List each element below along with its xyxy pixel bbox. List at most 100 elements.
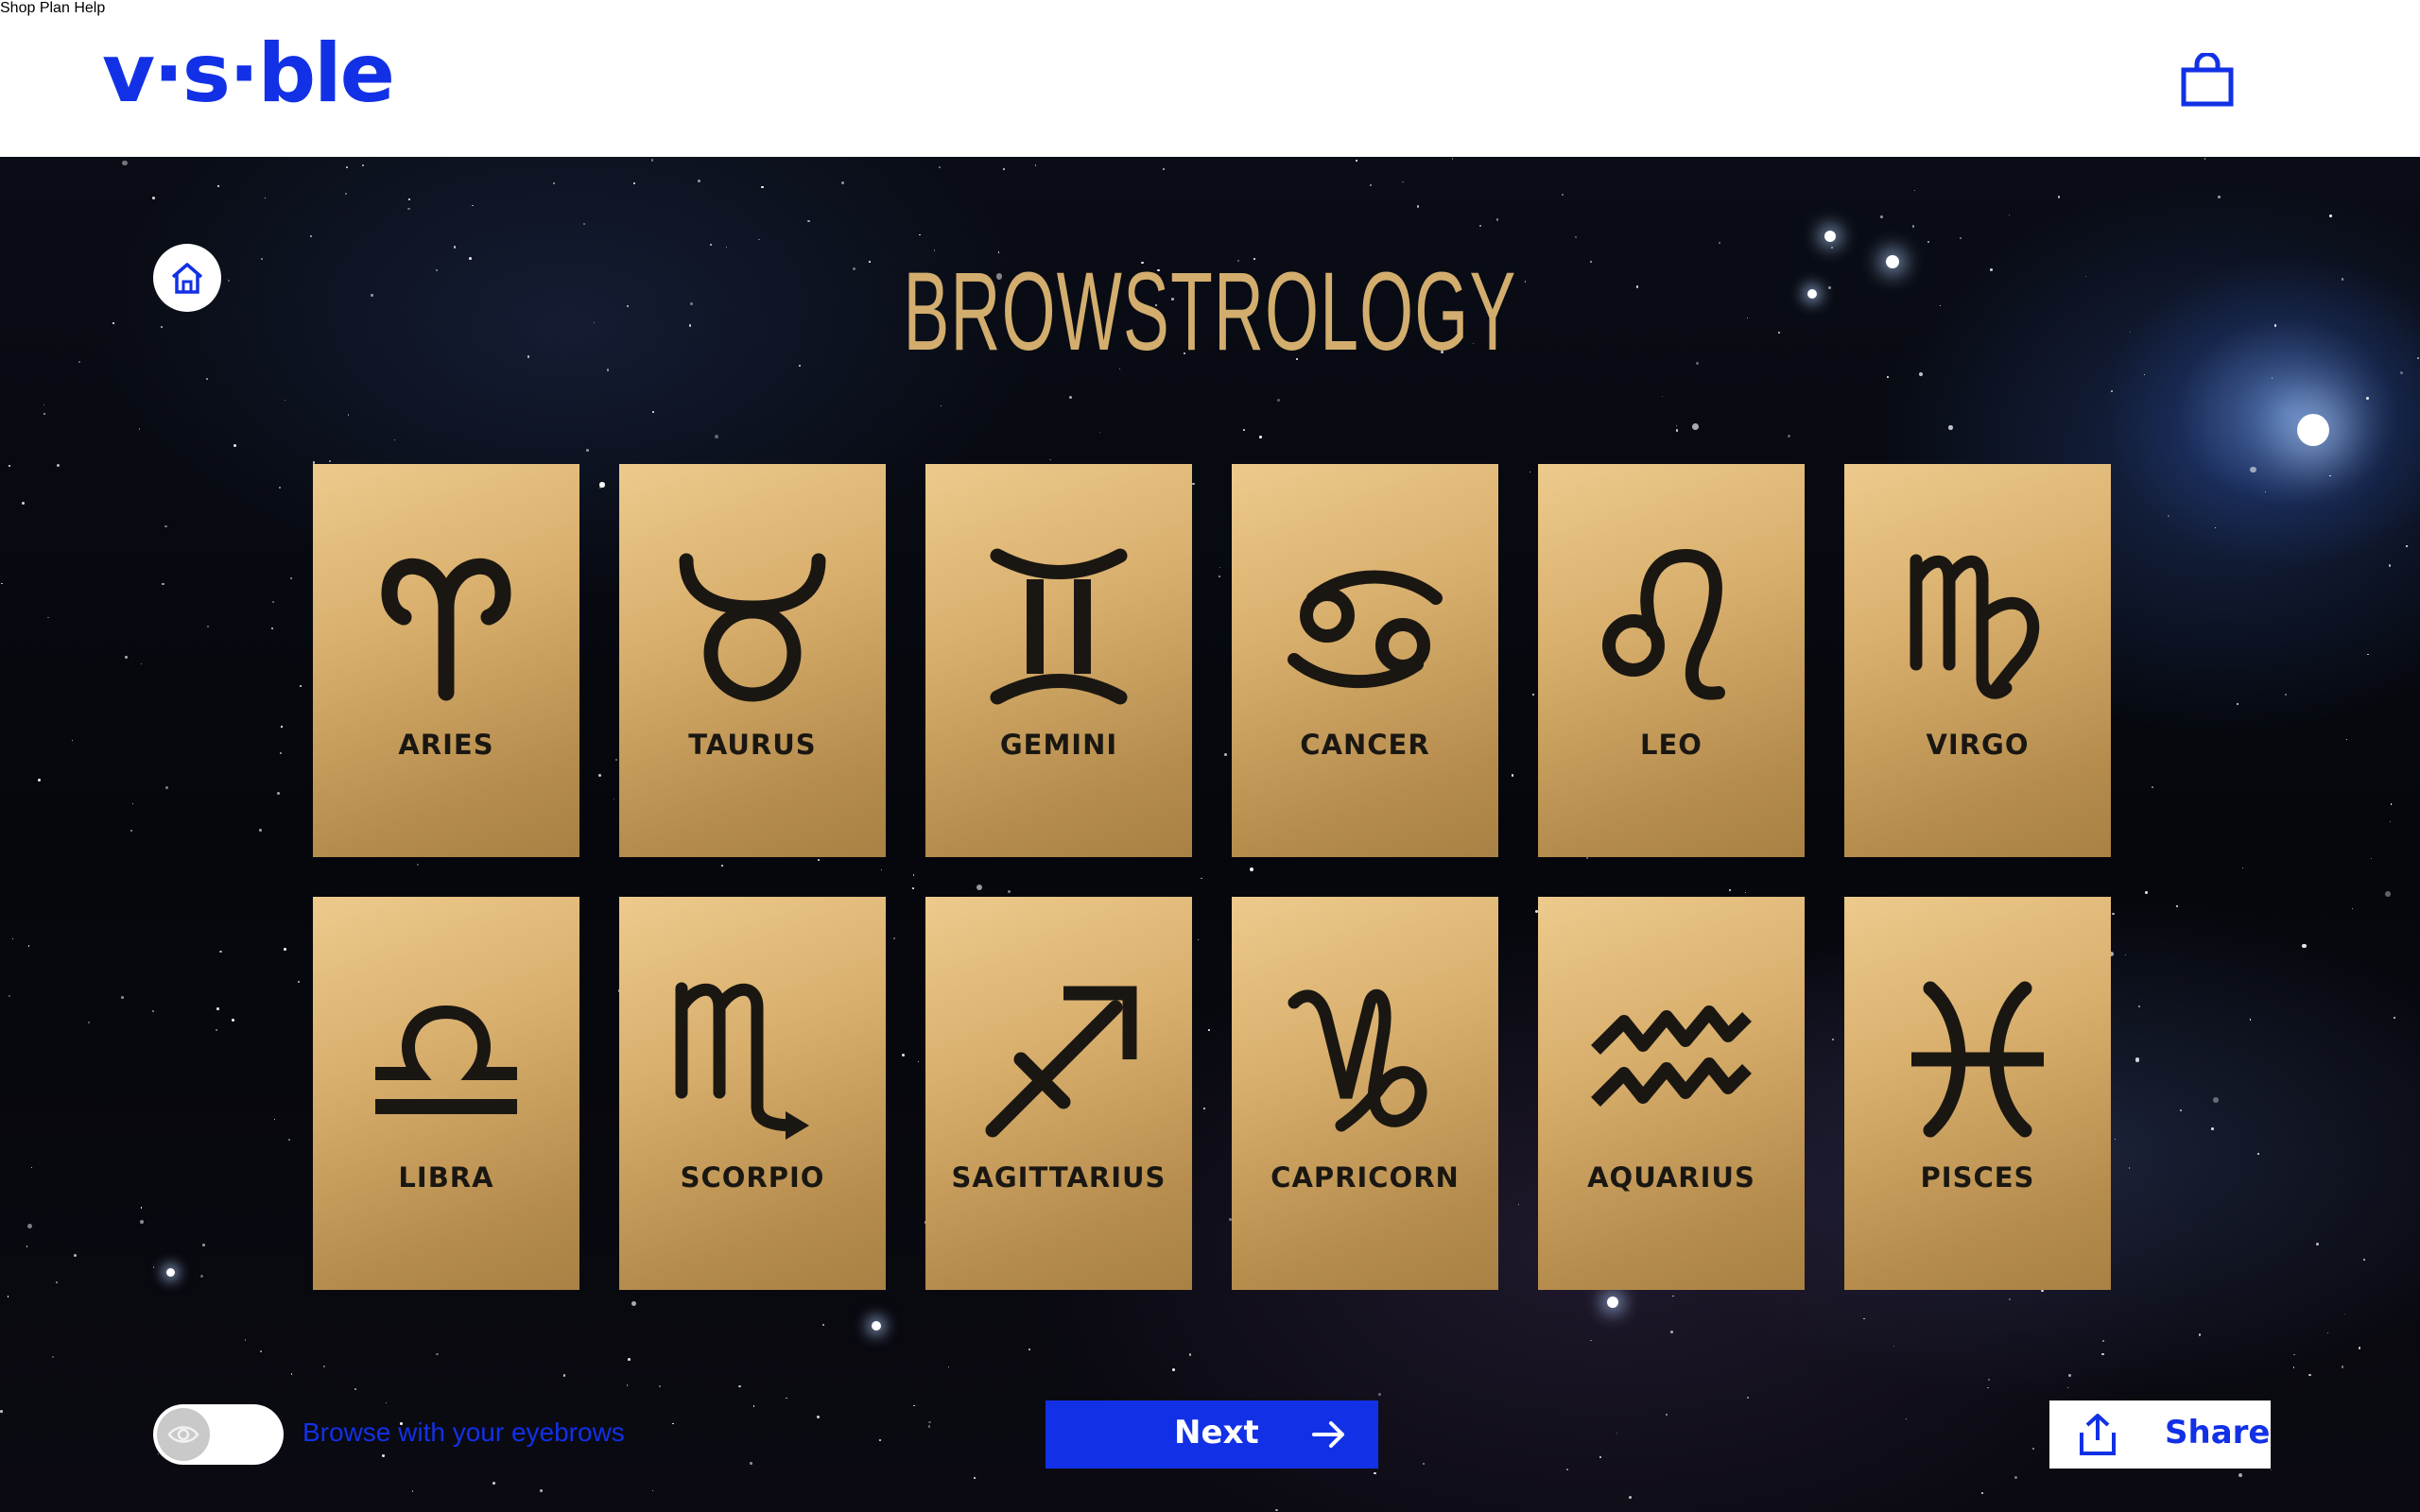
taurus-icon bbox=[679, 553, 826, 702]
shopping-bag-icon[interactable] bbox=[2180, 51, 2235, 108]
sign-card-libra[interactable]: LIBRA bbox=[313, 897, 579, 1290]
star bbox=[1243, 429, 1246, 432]
star bbox=[215, 1029, 217, 1032]
nav-shop[interactable]: Shop bbox=[0, 0, 35, 16]
star bbox=[125, 656, 128, 659]
star bbox=[540, 1489, 543, 1492]
star bbox=[2250, 466, 2256, 472]
home-icon[interactable] bbox=[153, 244, 221, 312]
star bbox=[1495, 218, 1499, 221]
star bbox=[232, 1019, 235, 1022]
sign-card-capricorn[interactable]: CAPRICORN bbox=[1232, 897, 1498, 1290]
star bbox=[281, 726, 283, 728]
star bbox=[140, 662, 142, 664]
star bbox=[43, 404, 45, 405]
star bbox=[750, 1462, 752, 1465]
sign-card-cancer[interactable]: CANCER bbox=[1232, 464, 1498, 857]
star bbox=[976, 885, 982, 891]
star bbox=[279, 752, 282, 755]
visible-logo[interactable]: v·s·ble bbox=[102, 26, 395, 121]
star bbox=[408, 198, 410, 201]
starfield-stage: BROWSTROLOGY ARIES TAURUS GEMINI CANCER … bbox=[0, 157, 2420, 1512]
star bbox=[2068, 1374, 2071, 1377]
star bbox=[233, 444, 237, 447]
star bbox=[1987, 1387, 1989, 1389]
star bbox=[2218, 196, 2221, 198]
star bbox=[2143, 373, 2145, 375]
bright-star bbox=[1607, 1297, 1618, 1308]
star bbox=[947, 1366, 949, 1368]
sign-label: SCORPIO bbox=[680, 1161, 825, 1194]
star bbox=[1219, 575, 1221, 577]
star bbox=[928, 1420, 932, 1424]
star bbox=[1171, 1367, 1176, 1372]
star bbox=[651, 411, 654, 414]
sign-card-taurus[interactable]: TAURUS bbox=[619, 464, 886, 857]
star bbox=[1511, 773, 1514, 777]
star bbox=[2341, 1366, 2344, 1368]
sign-card-aquarius[interactable]: AQUARIUS bbox=[1538, 897, 1805, 1290]
sign-card-gemini[interactable]: GEMINI bbox=[925, 464, 1192, 857]
star bbox=[78, 361, 80, 363]
star bbox=[917, 1060, 920, 1063]
star bbox=[818, 858, 821, 861]
star bbox=[2367, 653, 2369, 656]
sign-card-leo[interactable]: LEO bbox=[1538, 464, 1805, 857]
sign-label: SAGITTARIUS bbox=[951, 1161, 1167, 1194]
bright-star bbox=[872, 1321, 881, 1331]
star bbox=[112, 322, 114, 324]
star bbox=[2210, 1127, 2214, 1131]
star bbox=[1049, 458, 1051, 461]
libra-icon bbox=[375, 1005, 517, 1114]
star bbox=[2176, 905, 2179, 908]
star bbox=[626, 1384, 629, 1386]
sign-label: LIBRA bbox=[398, 1161, 494, 1194]
arrow-right-icon bbox=[1312, 1421, 1344, 1448]
star bbox=[362, 164, 364, 166]
star bbox=[786, 1397, 787, 1400]
star bbox=[139, 1220, 144, 1225]
nav-help[interactable]: Help bbox=[74, 0, 105, 16]
star bbox=[1374, 1471, 1376, 1475]
star bbox=[1422, 1462, 1426, 1465]
star bbox=[1224, 752, 1228, 756]
star bbox=[7, 1296, 9, 1297]
aries-icon bbox=[381, 558, 511, 701]
star bbox=[382, 1454, 386, 1458]
star bbox=[152, 196, 155, 199]
star bbox=[323, 1365, 326, 1367]
share-button[interactable]: Share bbox=[2049, 1400, 2271, 1469]
star bbox=[2014, 1475, 2017, 1479]
star bbox=[417, 863, 420, 866]
star bbox=[2363, 1259, 2365, 1261]
star bbox=[1034, 164, 1037, 166]
nav-plan[interactable]: Plan bbox=[40, 0, 70, 16]
star bbox=[436, 1352, 439, 1356]
star bbox=[244, 1339, 247, 1341]
sign-card-virgo[interactable]: VIRGO bbox=[1844, 464, 2111, 857]
star bbox=[27, 945, 30, 948]
sign-card-pisces[interactable]: PISCES bbox=[1844, 897, 2111, 1290]
star bbox=[411, 1490, 414, 1492]
star bbox=[1948, 425, 1953, 431]
star bbox=[1927, 240, 1929, 244]
eyebrow-toggle-label[interactable]: Browse with your eyebrows bbox=[302, 1418, 625, 1448]
star bbox=[1670, 1331, 1673, 1333]
star bbox=[1788, 434, 1790, 438]
next-button[interactable]: Next bbox=[1046, 1400, 1378, 1469]
bright-star bbox=[2297, 414, 2329, 446]
star bbox=[1719, 242, 1720, 244]
sign-label: LEO bbox=[1640, 729, 1703, 761]
star bbox=[272, 600, 274, 603]
sign-card-scorpio[interactable]: SCORPIO bbox=[619, 897, 886, 1290]
star bbox=[2366, 397, 2369, 400]
star bbox=[216, 184, 220, 188]
eyebrow-toggle[interactable] bbox=[153, 1404, 284, 1465]
star bbox=[152, 1009, 155, 1013]
leo-icon bbox=[1602, 548, 1725, 700]
star bbox=[1188, 1352, 1192, 1356]
sign-card-aries[interactable]: ARIES bbox=[313, 464, 579, 857]
star bbox=[2394, 1016, 2396, 1019]
star bbox=[2114, 1138, 2117, 1141]
sign-card-sagittarius[interactable]: SAGITTARIUS bbox=[925, 897, 1192, 1290]
